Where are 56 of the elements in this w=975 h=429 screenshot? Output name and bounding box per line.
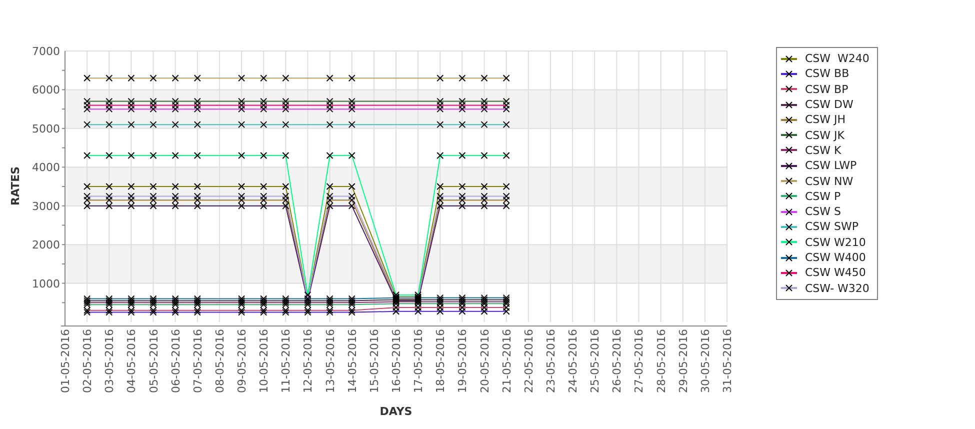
axis-tick-label: 10-05-2016 — [258, 329, 271, 393]
axis-tick-label: 7000 — [32, 45, 60, 58]
axis-tick-label: 20-05-2016 — [478, 329, 492, 393]
axis-tick-label: 22-05-2016 — [522, 329, 536, 393]
axis-tick-label: 07-05-2016 — [191, 329, 204, 393]
axis-tick-label: 3000 — [32, 200, 60, 213]
axis-tick-label: 29-05-2016 — [676, 329, 690, 393]
axis-tick-label: 04-05-2016 — [125, 329, 138, 393]
legend-label: CSW W450 — [805, 266, 866, 280]
legend-label: CSW BP — [805, 82, 848, 96]
axis-tick-label: 11-05-2016 — [280, 329, 293, 393]
legend-label: CSW P — [805, 190, 841, 203]
axis-tick-label: 30-05-2016 — [698, 329, 712, 393]
legend-label: CSW W240 — [805, 52, 870, 66]
legend-label: CSW SWP — [805, 220, 859, 234]
axis-tick-label: 19-05-2016 — [456, 329, 470, 393]
axis-tick-label: 25-05-2016 — [588, 329, 602, 393]
legend-label: CSW JH — [805, 113, 846, 126]
axis-tick-label: 12-05-2016 — [302, 329, 315, 393]
axis-title: DAYS — [380, 405, 412, 418]
axis-tick-label: 24-05-2016 — [566, 329, 580, 393]
axis-title: RATES — [9, 166, 22, 206]
axis-tick-label: 09-05-2016 — [236, 329, 249, 393]
legend-label: CSW W210 — [805, 236, 866, 249]
axis-tick-label: 27-05-2016 — [632, 329, 646, 393]
legend-label: CSW K — [805, 144, 842, 157]
legend-label: CSW S — [805, 205, 842, 218]
axis-tick-label: 16-05-2016 — [390, 329, 403, 393]
axis-tick-label: 01-05-2016 — [59, 329, 72, 393]
axis-tick-label: 26-05-2016 — [610, 329, 624, 393]
legend-label: CSW DW — [805, 98, 854, 112]
axis-tick-label: 21-05-2016 — [500, 329, 514, 393]
axis-tick-label: 23-05-2016 — [544, 329, 558, 393]
axis-tick-label: 15-05-2016 — [368, 329, 381, 393]
legend-label: CSW NW — [805, 174, 854, 188]
axis-tick-label: 06-05-2016 — [169, 329, 182, 393]
axis-tick-label: 03-05-2016 — [103, 329, 116, 393]
axis-tick-label: 6000 — [32, 84, 60, 97]
legend-label: CSW BB — [805, 67, 850, 80]
legend-label: CSW W400 — [805, 251, 866, 264]
legend-label: CSW LWP — [805, 159, 857, 172]
legend-label: CSW JK — [805, 128, 844, 142]
axis-tick-label: 17-05-2016 — [412, 329, 426, 393]
axis-tick-label: 14-05-2016 — [346, 329, 359, 393]
axis-tick-label: 02-05-2016 — [81, 329, 94, 393]
axis-tick-label: 31-05-2016 — [721, 329, 734, 393]
legend-label: CSW- W320 — [805, 282, 870, 295]
axis-tick-label: 08-05-2016 — [213, 329, 226, 393]
axis-tick-label: 13-05-2016 — [324, 329, 337, 393]
axis-tick-label: 05-05-2016 — [147, 329, 160, 393]
axis-tick-label: 1000 — [32, 277, 60, 290]
axis-tick-label: 2000 — [32, 238, 60, 252]
axis-tick-label: 18-05-2016 — [434, 329, 448, 393]
axis-tick-label: 28-05-2016 — [654, 329, 668, 393]
axis-tick-label: 5000 — [32, 122, 60, 136]
axis-tick-label: 4000 — [32, 161, 60, 174]
